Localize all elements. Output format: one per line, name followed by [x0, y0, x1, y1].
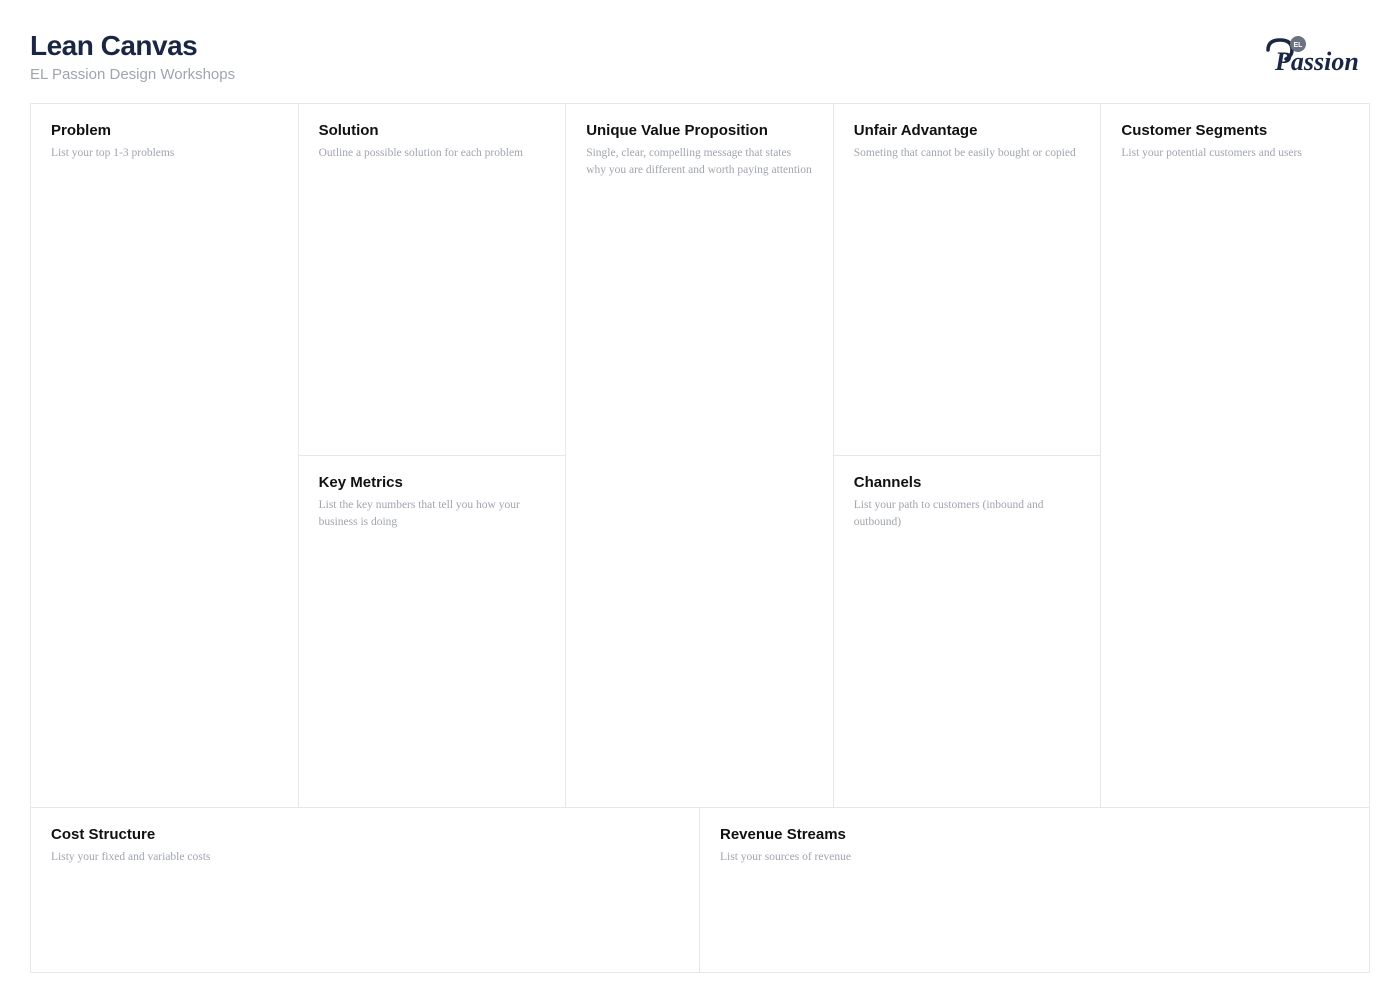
- cell-title-solution: Solution: [319, 122, 546, 139]
- cell-desc-key-metrics: List the key numbers that tell you how y…: [319, 497, 546, 532]
- cell-desc-channels: List your path to customers (inbound and…: [854, 497, 1081, 532]
- page-subtitle: EL Passion Design Workshops: [30, 66, 1260, 83]
- page-title: Lean Canvas: [30, 30, 1260, 62]
- cell-channels[interactable]: Channels List your path to customers (in…: [834, 456, 1101, 807]
- cell-desc-uvp: Single, clear, compelling message that s…: [586, 145, 813, 180]
- canvas-header: Lean Canvas EL Passion Design Workshops …: [30, 30, 1370, 83]
- cell-title-revenue-streams: Revenue Streams: [720, 826, 1349, 843]
- cell-desc-customer-segments: List your potential customers and users: [1121, 145, 1349, 162]
- canvas-top-section: Problem List your top 1-3 problems Solut…: [31, 104, 1369, 807]
- cell-desc-cost-structure: Listy your fixed and variable costs: [51, 849, 679, 866]
- cell-uvp[interactable]: Unique Value Proposition Single, clear, …: [566, 104, 833, 807]
- logo-el-passion: EL Passion: [1260, 32, 1370, 81]
- cell-desc-problem: List your top 1-3 problems: [51, 145, 278, 162]
- column-uvp: Unique Value Proposition Single, clear, …: [566, 104, 834, 807]
- cell-revenue-streams[interactable]: Revenue Streams List your sources of rev…: [700, 808, 1369, 972]
- column-problem: Problem List your top 1-3 problems: [31, 104, 299, 807]
- cell-cost-structure[interactable]: Cost Structure Listy your fixed and vari…: [31, 808, 700, 972]
- column-advantage-channels: Unfair Advantage Someting that cannot be…: [834, 104, 1102, 807]
- cell-unfair-advantage[interactable]: Unfair Advantage Someting that cannot be…: [834, 104, 1101, 456]
- column-solution-metrics: Solution Outline a possible solution for…: [299, 104, 567, 807]
- column-customer-segments: Customer Segments List your potential cu…: [1101, 104, 1369, 807]
- cell-problem[interactable]: Problem List your top 1-3 problems: [31, 104, 298, 807]
- cell-customer-segments[interactable]: Customer Segments List your potential cu…: [1101, 104, 1369, 807]
- svg-text:Passion: Passion: [1274, 47, 1359, 76]
- cell-desc-unfair-advantage: Someting that cannot be easily bought or…: [854, 145, 1081, 162]
- header-left: Lean Canvas EL Passion Design Workshops: [30, 30, 1260, 83]
- cell-title-uvp: Unique Value Proposition: [586, 122, 813, 139]
- cell-key-metrics[interactable]: Key Metrics List the key numbers that te…: [299, 456, 566, 807]
- cell-desc-solution: Outline a possible solution for each pro…: [319, 145, 546, 162]
- cell-title-customer-segments: Customer Segments: [1121, 122, 1349, 139]
- cell-solution[interactable]: Solution Outline a possible solution for…: [299, 104, 566, 456]
- cell-title-key-metrics: Key Metrics: [319, 474, 546, 491]
- cell-title-channels: Channels: [854, 474, 1081, 491]
- lean-canvas-grid: Problem List your top 1-3 problems Solut…: [30, 103, 1370, 973]
- passion-logo-icon: EL Passion: [1260, 32, 1370, 76]
- canvas-bottom-section: Cost Structure Listy your fixed and vari…: [31, 807, 1369, 972]
- cell-title-problem: Problem: [51, 122, 278, 139]
- cell-title-unfair-advantage: Unfair Advantage: [854, 122, 1081, 139]
- cell-desc-revenue-streams: List your sources of revenue: [720, 849, 1349, 866]
- cell-title-cost-structure: Cost Structure: [51, 826, 679, 843]
